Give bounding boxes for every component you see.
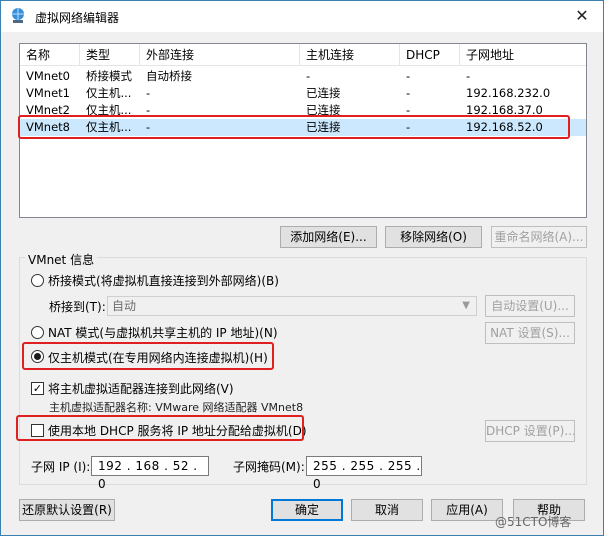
network-globe-icon	[12, 8, 24, 23]
cell-type: 桥接模式	[86, 69, 132, 83]
cell-type: 仅主机...	[86, 103, 132, 117]
subnet-mask-input[interactable]: 255 . 255 . 255 . 0	[306, 456, 422, 491]
use-dhcp-label[interactable]: 使用本地 DHCP 服务将 IP 地址分配给虚拟机(D)	[48, 422, 307, 439]
cell-subnet: 192.168.37.0	[466, 103, 543, 117]
bridge-to-select[interactable]: 自动 ▼	[107, 296, 477, 316]
column-header-external[interactable]: 外部连接	[140, 44, 300, 66]
watermark-text: @51CTO博客	[495, 515, 572, 529]
bridge-to-value: 自动	[112, 299, 137, 313]
nat-mode-radio[interactable]	[31, 326, 44, 339]
cell-name: VMnet0	[26, 69, 70, 83]
cancel-button[interactable]: 取消	[351, 499, 423, 521]
window-title: 虚拟网络编辑器	[35, 11, 120, 25]
network-list[interactable]: 名称 类型 外部连接 主机连接 DHCP 子网地址 VMnet0 桥接模式 自动…	[19, 43, 587, 218]
cell-subnet: -	[466, 69, 471, 83]
cell-external: 自动桥接	[146, 69, 192, 83]
add-network-button[interactable]: 添加网络(E)...	[280, 226, 377, 248]
cell-external: -	[146, 103, 151, 117]
cell-host: 已连接	[306, 120, 341, 134]
chevron-down-icon: ▼	[462, 300, 470, 311]
cell-name: VMnet2	[26, 103, 70, 117]
cell-dhcp: -	[406, 103, 411, 117]
bridge-mode-radio[interactable]	[31, 274, 44, 287]
nat-mode-label[interactable]: NAT 模式(与虚拟机共享主机的 IP 地址)(N)	[48, 324, 278, 341]
table-row[interactable]: VMnet2 仅主机... - 已连接 - 192.168.37.0	[20, 102, 586, 119]
cell-type: 仅主机...	[86, 86, 132, 100]
host-only-label[interactable]: 仅主机模式(在专用网络内连接虚拟机)(H)	[48, 349, 268, 366]
column-header-name[interactable]: 名称	[20, 44, 80, 66]
cell-external: -	[146, 120, 151, 134]
cell-subnet: 192.168.52.0	[466, 120, 543, 134]
cell-subnet: 192.168.232.0	[466, 86, 551, 100]
title-bar: 虚拟网络编辑器 ✕	[1, 1, 603, 32]
cell-external: -	[146, 86, 151, 100]
host-only-radio[interactable]	[31, 350, 44, 363]
column-header-dhcp[interactable]: DHCP	[400, 44, 460, 66]
cell-host: 已连接	[306, 103, 341, 117]
column-header-subnet[interactable]: 子网地址	[460, 44, 586, 66]
connect-adapter-checkbox[interactable]: ✓	[31, 382, 44, 395]
restore-defaults-button[interactable]: 还原默认设置(R)	[19, 499, 115, 521]
column-header-type[interactable]: 类型	[80, 44, 140, 66]
cell-name: VMnet8	[26, 120, 70, 134]
bridge-mode-label[interactable]: 桥接模式(将虚拟机直接连接到外部网络)(B)	[48, 272, 279, 289]
cell-host: 已连接	[306, 86, 341, 100]
adapter-name-text: 主机虚拟适配器名称: VMware 网络适配器 VMnet8	[49, 401, 304, 414]
cell-dhcp: -	[406, 86, 411, 100]
close-icon[interactable]: ✕	[567, 5, 597, 27]
connect-adapter-label[interactable]: 将主机虚拟适配器连接到此网络(V)	[48, 380, 234, 397]
cell-dhcp: -	[406, 69, 411, 83]
table-row[interactable]: VMnet0 桥接模式 自动桥接 - - -	[20, 68, 586, 85]
column-header-host[interactable]: 主机连接	[300, 44, 400, 66]
subnet-ip-label: 子网 IP (I):	[31, 460, 91, 474]
dhcp-settings-button[interactable]: DHCP 设置(P)...	[485, 420, 575, 442]
subnet-mask-label: 子网掩码(M):	[233, 460, 305, 474]
table-row-selected[interactable]: VMnet8 仅主机... - 已连接 - 192.168.52.0	[20, 119, 586, 136]
virtual-network-editor-window: 虚拟网络编辑器 ✕ 名称 类型 外部连接 主机连接 DHCP 子网地址 VMne…	[0, 0, 604, 536]
rename-network-button[interactable]: 重命名网络(A)...	[491, 226, 587, 248]
cell-type: 仅主机...	[86, 120, 132, 134]
vmnet-info-group	[19, 257, 587, 485]
ok-button[interactable]: 确定	[271, 499, 343, 521]
vmnet-info-label: VMnet 信息	[25, 251, 98, 268]
subnet-ip-input[interactable]: 192 . 168 . 52 . 0	[91, 456, 209, 491]
nat-settings-button[interactable]: NAT 设置(S)...	[485, 322, 575, 344]
table-row[interactable]: VMnet1 仅主机... - 已连接 - 192.168.232.0	[20, 85, 586, 102]
cell-name: VMnet1	[26, 86, 70, 100]
bridge-to-label: 桥接到(T):	[49, 300, 106, 314]
remove-network-button[interactable]: 移除网络(O)	[385, 226, 482, 248]
list-header: 名称 类型 外部连接 主机连接 DHCP 子网地址	[20, 44, 586, 66]
cell-dhcp: -	[406, 120, 411, 134]
auto-settings-button[interactable]: 自动设置(U)...	[485, 295, 575, 317]
cell-host: -	[306, 69, 311, 83]
use-dhcp-checkbox[interactable]	[31, 424, 44, 437]
apply-button[interactable]: 应用(A)	[431, 499, 503, 521]
